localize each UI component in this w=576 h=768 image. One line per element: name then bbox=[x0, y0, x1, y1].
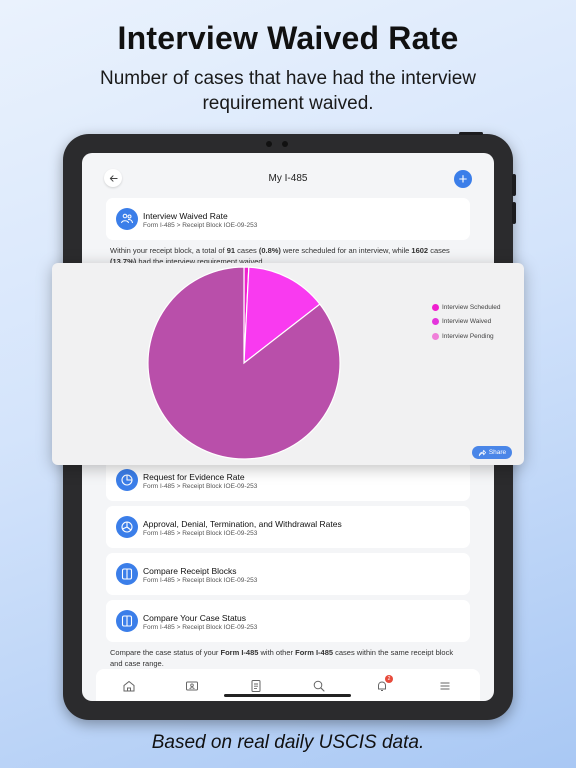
card-subtitle: Form I-485 > Receipt Block IOE-09-253 bbox=[143, 624, 258, 631]
card-compare-your-case-status[interactable]: Compare Your Case Status Form I-485 > Re… bbox=[106, 600, 470, 642]
document-icon[interactable] bbox=[249, 679, 263, 693]
menu-icon[interactable] bbox=[438, 679, 452, 693]
tablet-power-button bbox=[459, 132, 483, 135]
card-title: Interview Waived Rate bbox=[143, 211, 228, 221]
card-subtitle: Form I-485 > Receipt Block IOE-09-253 bbox=[143, 222, 258, 229]
legend-item-waived: Interview Waived bbox=[432, 315, 501, 330]
card-title: Compare Your Case Status bbox=[143, 613, 247, 623]
compare-status-icon bbox=[121, 615, 133, 627]
segmented-pie-icon bbox=[121, 521, 133, 533]
card-subtitle: Form I-485 > Receipt Block IOE-09-253 bbox=[143, 483, 258, 490]
chart-legend: Interview Scheduled Interview Waived Int… bbox=[432, 300, 501, 344]
legend-label: Interview Pending bbox=[442, 332, 494, 340]
legend-item-pending: Interview Pending bbox=[432, 329, 501, 344]
tablet-camera bbox=[266, 141, 272, 147]
id-card-icon[interactable] bbox=[185, 679, 199, 693]
search-icon[interactable] bbox=[312, 679, 326, 693]
tablet-sensor bbox=[282, 141, 288, 147]
add-button[interactable]: + bbox=[454, 170, 472, 188]
pie-chart-icon bbox=[121, 474, 133, 486]
legend-swatch bbox=[432, 332, 439, 340]
share-label: Share bbox=[488, 449, 507, 456]
home-indicator bbox=[224, 694, 351, 697]
share-icon bbox=[478, 449, 486, 456]
card-compare-receipt-blocks[interactable]: Compare Receipt Blocks Form I-485 > Rece… bbox=[106, 553, 470, 595]
tablet-volume-up bbox=[512, 174, 516, 196]
tablet-volume-down bbox=[512, 202, 516, 224]
card-approval-denial-rates[interactable]: Approval, Denial, Termination, and Withd… bbox=[106, 506, 470, 548]
card-interview-waived-rate[interactable]: Interview Waived Rate Form I-485 > Recei… bbox=[106, 198, 470, 240]
promo-subline: Number of cases that have had the interv… bbox=[100, 68, 476, 114]
interview-chart-panel: Interview Scheduled Interview Waived Int… bbox=[52, 263, 524, 465]
card-request-for-evidence-rate[interactable]: Request for Evidence Rate Form I-485 > R… bbox=[106, 459, 470, 501]
people-icon bbox=[121, 213, 133, 224]
compare-status-text: Compare the case status of your Form I-4… bbox=[110, 648, 454, 668]
legend-swatch bbox=[432, 318, 439, 326]
notification-badge: 2 bbox=[385, 675, 393, 683]
card-subtitle: Form I-485 > Receipt Block IOE-09-253 bbox=[143, 530, 258, 537]
card-title: Request for Evidence Rate bbox=[143, 472, 245, 482]
legend-item-scheduled: Interview Scheduled bbox=[432, 300, 501, 315]
notifications-button[interactable]: 2 bbox=[375, 675, 393, 693]
card-title: Compare Receipt Blocks bbox=[143, 566, 237, 576]
legend-swatch bbox=[432, 303, 439, 311]
legend-label: Interview Waived bbox=[442, 318, 492, 326]
promo-footer: Based on real daily USCIS data. bbox=[151, 732, 425, 753]
compare-icon bbox=[121, 568, 133, 580]
nav-bar: My I-485 + bbox=[82, 153, 494, 201]
promo-headline: Interview Waived Rate bbox=[117, 20, 459, 56]
card-subtitle: Form I-485 > Receipt Block IOE-09-253 bbox=[143, 577, 258, 584]
interview-pie-chart bbox=[147, 266, 341, 460]
home-icon[interactable] bbox=[122, 679, 136, 693]
share-button[interactable]: Share bbox=[472, 446, 512, 459]
page-title: My I-485 bbox=[268, 173, 308, 184]
card-title: Approval, Denial, Termination, and Withd… bbox=[143, 519, 342, 529]
legend-label: Interview Scheduled bbox=[442, 303, 501, 311]
